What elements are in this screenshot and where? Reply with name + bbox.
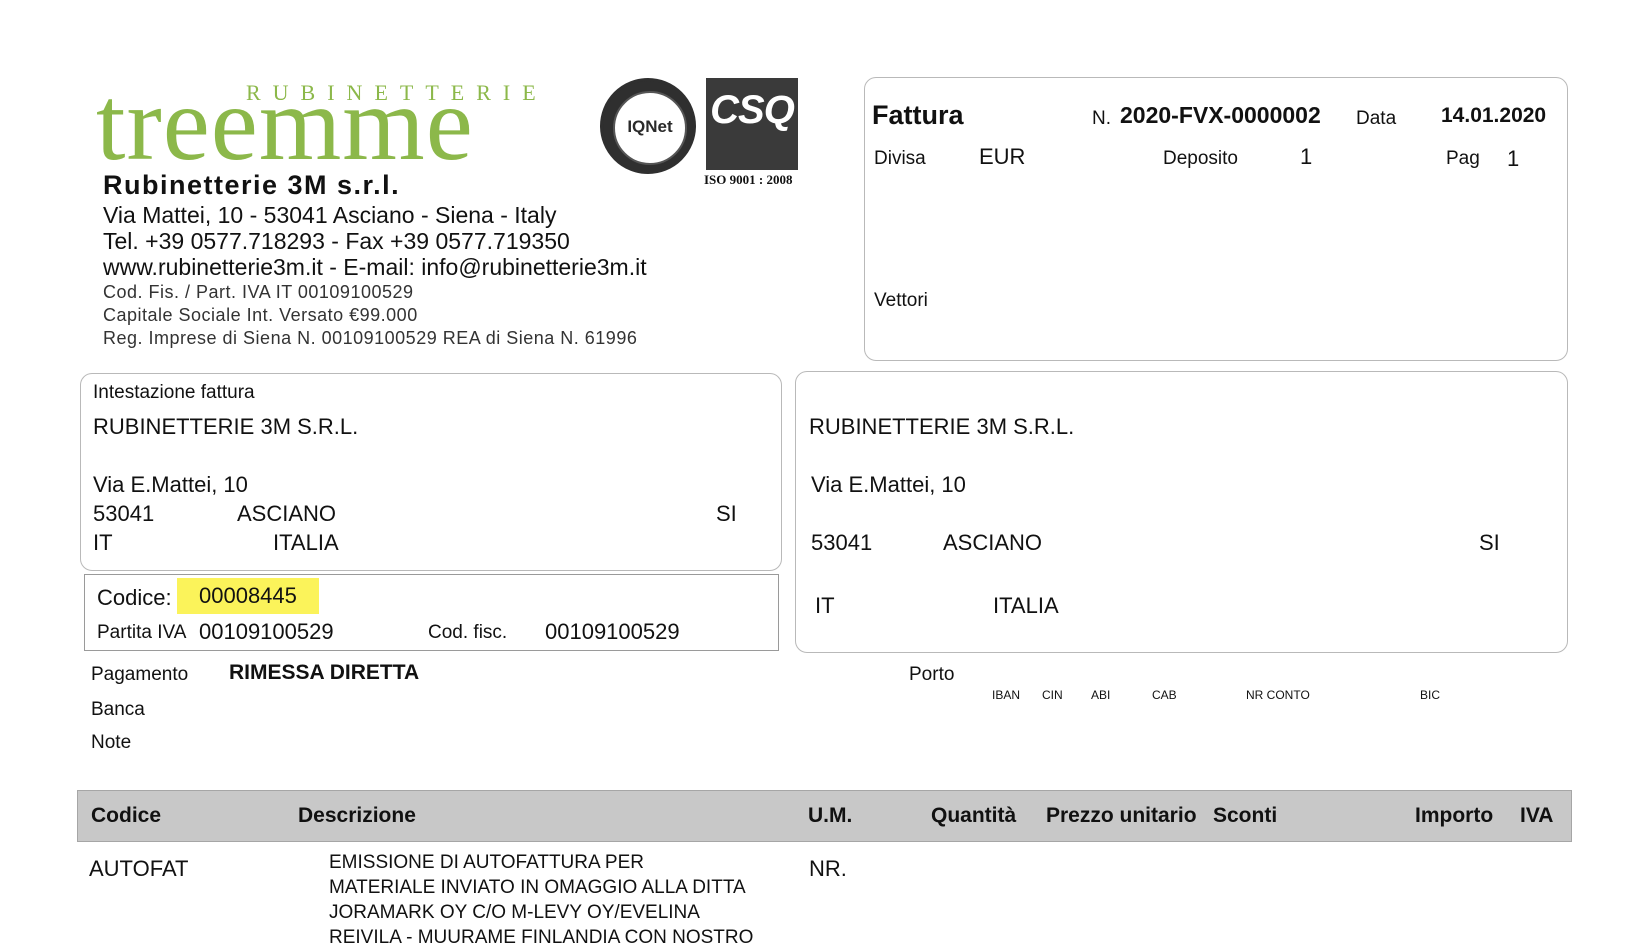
deposit-value: 1	[1300, 144, 1313, 169]
iso-label: ISO 9001 : 2008	[704, 172, 793, 187]
invoice-number-label: N.	[1092, 108, 1111, 129]
shipping-zip: 53041	[811, 530, 873, 555]
account-number-label: NR CONTO	[1246, 688, 1310, 702]
company-address: Via Mattei, 10 - 53041 Asciano - Siena -…	[103, 202, 557, 228]
billing-street: Via E.Mattei, 10	[93, 472, 248, 497]
deposit-label: Deposito	[1163, 148, 1238, 169]
column-header-description: Descrizione	[298, 804, 416, 827]
company-capital: Capitale Sociale Int. Versato €99.000	[103, 305, 418, 325]
column-header-code: Codice	[91, 804, 162, 827]
shipping-province: SI	[1479, 530, 1500, 555]
currency-label: Divisa	[874, 148, 926, 169]
billing-country-code: IT	[93, 530, 113, 555]
row-um: NR.	[809, 856, 847, 881]
column-header-quantity: Quantità	[931, 804, 1017, 827]
billing-name: RUBINETTERIE 3M S.R.L.	[93, 414, 359, 439]
company-phone: Tel. +39 0577.718293 - Fax +39 0577.7193…	[103, 228, 570, 254]
row-description: EMISSIONE DI AUTOFATTURA PER MATERIALE I…	[329, 850, 753, 950]
payment-label: Pagamento	[91, 664, 189, 685]
invoice-date-label: Data	[1356, 108, 1397, 129]
notes-label: Note	[91, 732, 132, 753]
table-row: AUTOFAT EMISSIONE DI AUTOFATTURA PER MAT…	[0, 850, 1647, 951]
abi-label: ABI	[1091, 688, 1111, 702]
cin-label: CIN	[1042, 688, 1063, 702]
porto-label: Porto	[909, 664, 955, 685]
column-header-unit-price: Prezzo unitario	[1046, 804, 1197, 827]
row-description-line: JORAMARK OY C/O M-LEVY OY/EVELINA	[329, 902, 700, 923]
row-description-line: EMISSIONE DI AUTOFATTURA PER	[329, 852, 644, 873]
customer-code: 00008445	[177, 578, 319, 614]
iqnet-label: IQNet	[627, 117, 673, 136]
company-logo: treemme RUBINETTERIE	[96, 71, 596, 177]
shipping-country: ITALIA	[993, 593, 1059, 618]
invoice-date: 14.01.2020	[1441, 104, 1547, 127]
bank-label: Banca	[91, 699, 145, 720]
vat-label: Partita IVA	[97, 622, 187, 643]
vat-value: 00109100529	[199, 619, 334, 644]
page-value: 1	[1507, 146, 1520, 171]
company-name: Rubinetterie 3M s.r.l.	[103, 170, 401, 200]
column-header-um: U.M.	[808, 804, 853, 827]
billing-country: ITALIA	[273, 530, 339, 555]
shipping-city: ASCIANO	[943, 530, 1043, 555]
column-header-amount: Importo	[1415, 804, 1494, 827]
payment-value: RIMESSA DIRETTA	[229, 661, 420, 684]
row-description-line: REIVILA - MUURAME FINLANDIA CON NOSTRO	[329, 927, 754, 948]
csq-label: CSQ	[710, 88, 795, 132]
shipping-street: Via E.Mattei, 10	[811, 472, 966, 497]
iqnet-certification-seal: IQNet	[600, 78, 696, 174]
fiscal-code-label: Cod. fisc.	[428, 622, 508, 643]
customer-code-label: Codice:	[97, 585, 172, 610]
row-code: AUTOFAT	[89, 856, 189, 881]
items-table-header: Codice Descrizione U.M. Quantità Prezzo …	[77, 790, 1572, 842]
currency-value: EUR	[979, 144, 1026, 169]
shipping-country-code: IT	[815, 593, 835, 618]
company-registry: Reg. Imprese di Siena N. 00109100529 REA…	[103, 328, 638, 348]
shipping-name: RUBINETTERIE 3M S.R.L.	[809, 414, 1075, 439]
billing-heading: Intestazione fattura	[93, 382, 255, 403]
column-header-vat: IVA	[1520, 804, 1554, 827]
carriers-label: Vettori	[874, 290, 928, 311]
company-tax-id: Cod. Fis. / Part. IVA IT 00109100529	[103, 282, 414, 302]
billing-province: SI	[716, 501, 737, 526]
iban-label: IBAN	[992, 688, 1021, 702]
row-description-line: MATERIALE INVIATO IN OMAGGIO ALLA DITTA	[329, 877, 746, 898]
logo-subtitle: RUBINETTERIE	[246, 80, 548, 105]
page-label: Pag	[1446, 148, 1480, 169]
billing-zip: 53041	[93, 501, 155, 526]
fiscal-code-value: 00109100529	[545, 619, 680, 644]
company-web: www.rubinetterie3m.it - E-mail: info@rub…	[103, 254, 647, 280]
cab-label: CAB	[1152, 688, 1177, 702]
invoice-title: Fattura	[872, 100, 964, 130]
csq-certification-logo: CSQ	[706, 78, 798, 170]
invoice-number: 2020-FVX-0000002	[1120, 102, 1321, 128]
column-header-discounts: Sconti	[1213, 804, 1278, 827]
billing-city: ASCIANO	[237, 501, 337, 526]
bic-label: BIC	[1420, 688, 1441, 702]
